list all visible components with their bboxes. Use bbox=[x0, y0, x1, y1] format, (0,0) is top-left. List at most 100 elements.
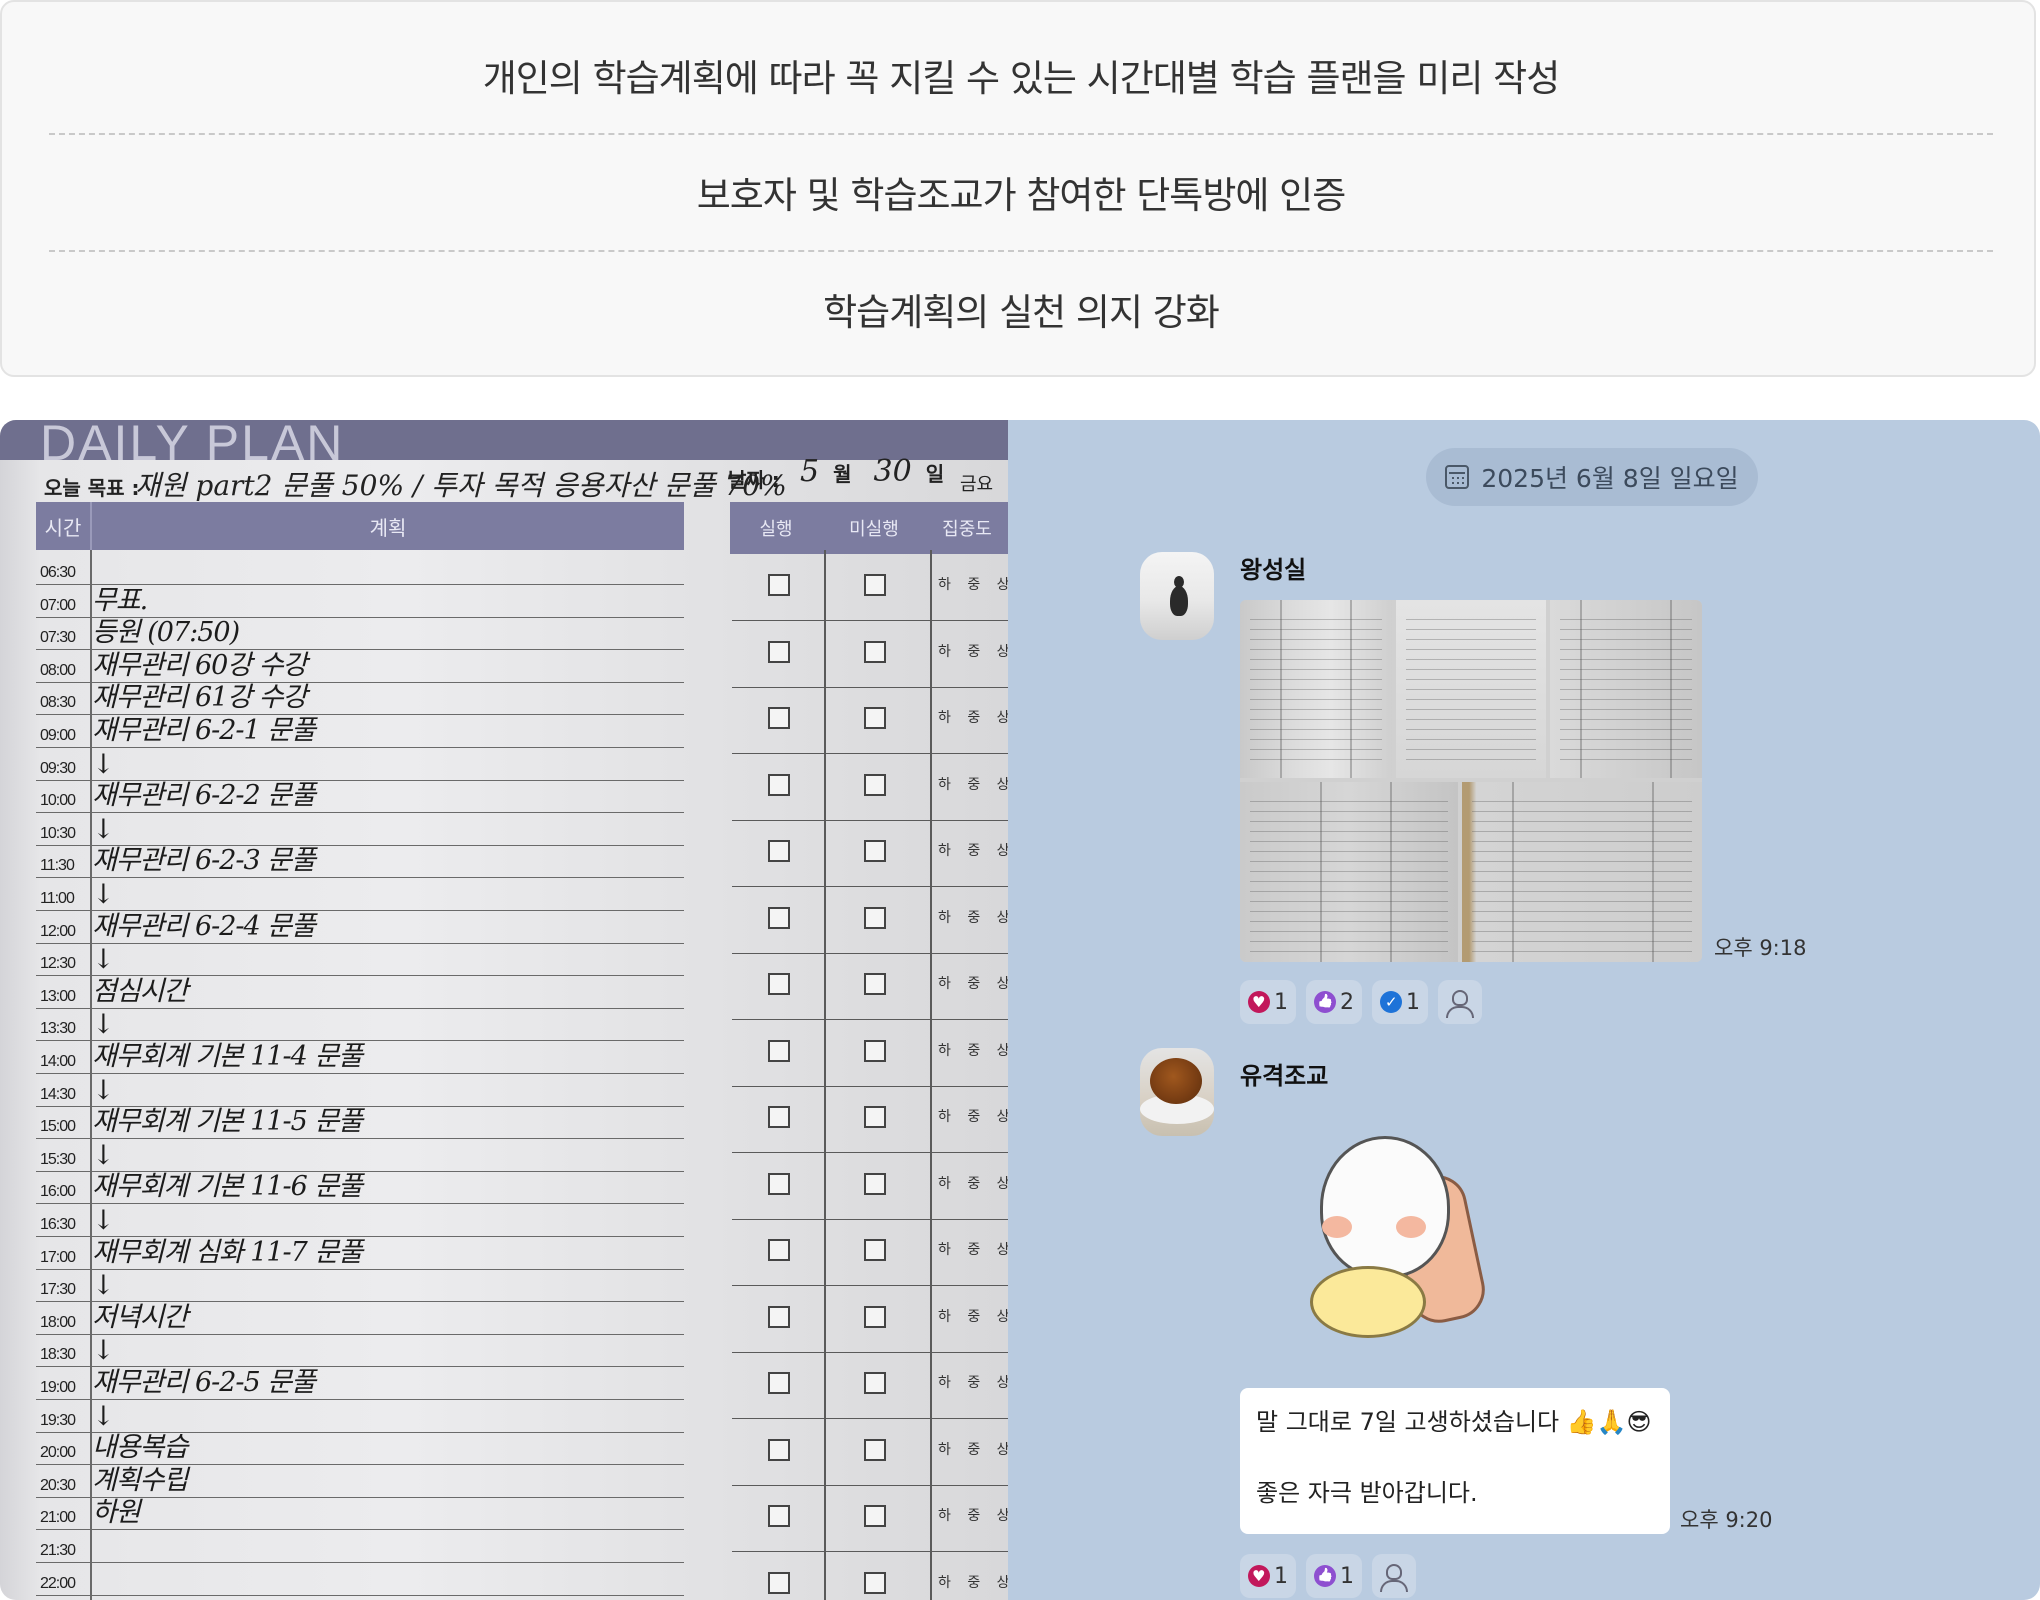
reaction-count: 1 bbox=[1406, 989, 1420, 1015]
row-time: 12:00 bbox=[40, 922, 76, 940]
row-time: 21:30 bbox=[40, 1542, 76, 1559]
done-checkbox[interactable] bbox=[768, 906, 790, 929]
focus-level: 하 중 상 bbox=[938, 1109, 1008, 1125]
planner-photo[interactable] bbox=[1396, 600, 1546, 778]
planner-photo[interactable] bbox=[1240, 782, 1458, 962]
sender-name: 유격조교 bbox=[1240, 1062, 1329, 1090]
status-row: 하 중 상 bbox=[732, 1552, 1008, 1600]
done-checkbox[interactable] bbox=[768, 973, 790, 995]
message-line: 좋은 자극 받아갑니다. bbox=[1256, 1479, 1478, 1507]
thumb-reaction[interactable]: 2 bbox=[1306, 980, 1362, 1024]
status-row: 하 중 상 bbox=[732, 1485, 1008, 1552]
heart-icon bbox=[1248, 991, 1270, 1013]
row-time: 16:30 bbox=[40, 1216, 76, 1233]
not-done-checkbox[interactable] bbox=[864, 1438, 886, 1461]
done-checkbox[interactable] bbox=[768, 1505, 790, 1527]
thumbs-up-icon bbox=[1314, 1565, 1336, 1587]
row-plan: 재무관리 6-2-1 문풀 bbox=[92, 715, 316, 746]
row-time: 16:00 bbox=[40, 1183, 76, 1201]
info-card: 개인의 학습계획에 따라 꼭 지킬 수 있는 시간대별 학습 플랜을 미리 작성… bbox=[0, 0, 2036, 377]
not-done-checkbox[interactable] bbox=[864, 1505, 886, 1527]
status-row: 하 중 상 bbox=[732, 820, 1008, 887]
row-time: 21:00 bbox=[40, 1509, 76, 1527]
done-checkbox[interactable] bbox=[768, 773, 790, 796]
row-plan: 저녁시간 bbox=[92, 1301, 188, 1333]
planner-photo[interactable] bbox=[1240, 600, 1392, 778]
chat-date: 2025년 6월 8일 일요일 bbox=[1481, 464, 1739, 493]
reaction-bar: 1 2 1 bbox=[1240, 980, 1482, 1024]
row-time: 13:00 bbox=[40, 987, 76, 1005]
photo-album[interactable] bbox=[1240, 600, 1702, 962]
plan-row: 09:00 재무관리 6-2-1 문풀 bbox=[36, 715, 684, 748]
done-checkbox[interactable] bbox=[768, 840, 790, 862]
heart-reaction[interactable]: 1 bbox=[1240, 980, 1296, 1024]
not-done-checkbox[interactable] bbox=[864, 1571, 886, 1594]
planner-photo[interactable] bbox=[1550, 600, 1702, 778]
sender-name: 왕성실 bbox=[1240, 556, 1307, 584]
not-done-checkbox[interactable] bbox=[864, 1372, 886, 1394]
not-done-checkbox[interactable] bbox=[864, 1305, 886, 1328]
row-time: 11:30 bbox=[40, 857, 75, 875]
row-time: 19:30 bbox=[40, 1411, 76, 1429]
not-done-checkbox[interactable] bbox=[864, 707, 886, 729]
not-done-checkbox[interactable] bbox=[864, 1239, 886, 1261]
done-checkbox[interactable] bbox=[768, 1571, 790, 1594]
done-checkbox[interactable] bbox=[768, 1438, 790, 1461]
status-row: 하 중 상 bbox=[732, 1086, 1008, 1153]
check-reaction[interactable]: 1 bbox=[1372, 980, 1428, 1024]
readers-button[interactable] bbox=[1372, 1554, 1416, 1598]
planner-weekday: 금요 bbox=[960, 474, 994, 495]
done-checkbox[interactable] bbox=[768, 640, 790, 663]
plan-row: 16:00 재무회계 기본 11-6 문풀 bbox=[36, 1171, 684, 1205]
done-checkbox[interactable] bbox=[768, 1239, 790, 1261]
message-line: 말 그대로 7일 고생하셨습니다 👍🙏😎 bbox=[1256, 1408, 1652, 1436]
focus-level: 하 중 상 bbox=[938, 1508, 1008, 1524]
planner-photo[interactable] bbox=[1462, 782, 1702, 962]
row-plan: 재무관리 6-2-5 문풀 bbox=[92, 1367, 316, 1398]
done-checkbox[interactable] bbox=[768, 1172, 790, 1195]
not-done-checkbox[interactable] bbox=[864, 773, 886, 796]
row-plan: 재무관리 6-2-2 문풀 bbox=[92, 780, 316, 812]
done-checkbox[interactable] bbox=[768, 1305, 790, 1328]
avatar[interactable] bbox=[1140, 1048, 1214, 1136]
done-checkbox[interactable] bbox=[768, 707, 790, 729]
plan-row: 21:30 bbox=[36, 1530, 684, 1563]
done-checkbox[interactable] bbox=[768, 1372, 790, 1394]
row-time: 15:00 bbox=[40, 1118, 76, 1136]
thumb-reaction[interactable]: 1 bbox=[1306, 1554, 1362, 1598]
done-checkbox[interactable] bbox=[768, 574, 790, 596]
food-icon bbox=[1150, 1058, 1202, 1104]
reaction-count: 1 bbox=[1274, 989, 1288, 1015]
done-checkbox[interactable] bbox=[768, 1106, 790, 1128]
sticker-image[interactable] bbox=[1270, 1136, 1491, 1348]
not-done-checkbox[interactable] bbox=[864, 973, 886, 995]
plan-row: 14:00 재무회계 기본 11-4 문풀 bbox=[36, 1041, 684, 1074]
not-done-checkbox[interactable] bbox=[864, 840, 886, 862]
heart-reaction[interactable]: 1 bbox=[1240, 1554, 1296, 1598]
not-done-checkbox[interactable] bbox=[864, 574, 886, 596]
plan-row: 19:00 재무관리 6-2-5 문풀 bbox=[36, 1367, 684, 1400]
not-done-checkbox[interactable] bbox=[864, 906, 886, 929]
not-done-checkbox[interactable] bbox=[864, 1172, 886, 1195]
avatar[interactable] bbox=[1140, 552, 1214, 640]
row-time: 14:30 bbox=[40, 1085, 76, 1103]
focus-level: 하 중 상 bbox=[938, 843, 1008, 859]
group-chat: 2025년 6월 8일 일요일 왕성실 오후 9:18 1 2 1 유격조교 bbox=[1008, 420, 2040, 1600]
message-bubble[interactable]: 말 그대로 7일 고생하셨습니다 👍🙏😎 좋은 자극 받아갑니다. bbox=[1240, 1388, 1670, 1534]
row-time: 07:00 bbox=[40, 596, 76, 614]
row-plan: 점심시간 bbox=[92, 975, 188, 1007]
row-plan: 재무관리 6-2-4 문풀 bbox=[92, 910, 316, 942]
row-time: 18:00 bbox=[40, 1313, 76, 1331]
done-checkbox[interactable] bbox=[768, 1039, 790, 1062]
plan-row: 21:00 하원 bbox=[36, 1497, 684, 1531]
focus-level: 하 중 상 bbox=[938, 710, 1008, 726]
focus-level: 하 중 상 bbox=[938, 776, 1008, 793]
plan-row: 11:30 재무관리 6-2-3 문풀 bbox=[36, 845, 684, 879]
not-done-checkbox[interactable] bbox=[864, 1106, 886, 1128]
status-row: 하 중 상 bbox=[732, 1352, 1008, 1419]
focus-level: 하 중 상 bbox=[938, 1042, 1008, 1059]
not-done-checkbox[interactable] bbox=[864, 1039, 886, 1062]
readers-button[interactable] bbox=[1438, 980, 1482, 1024]
not-done-checkbox[interactable] bbox=[864, 640, 886, 663]
day-unit: 일 bbox=[925, 462, 945, 486]
